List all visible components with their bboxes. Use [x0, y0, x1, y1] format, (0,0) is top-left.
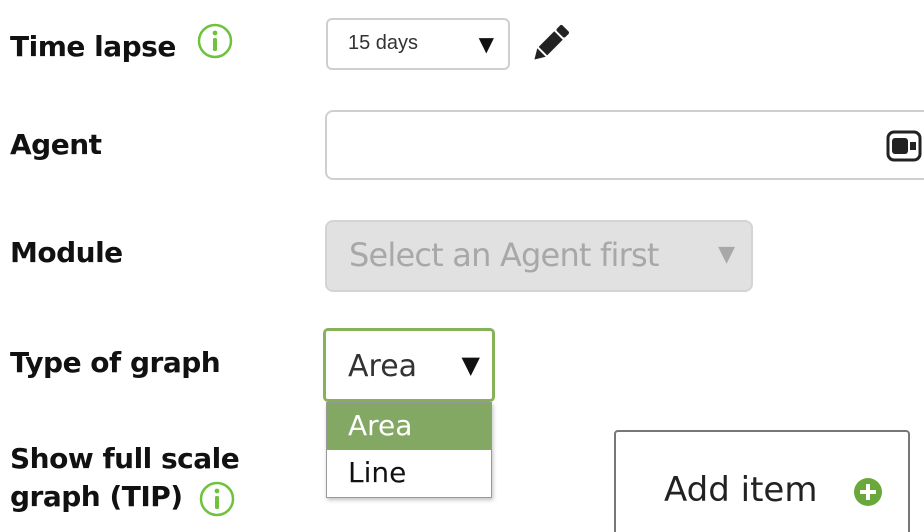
time-lapse-label-text: Time lapse: [10, 30, 176, 63]
type-of-graph-value: Area: [348, 349, 418, 384]
time-lapse-value: 15 days: [348, 32, 419, 54]
dropdown-option-area[interactable]: Area: [327, 403, 491, 450]
agent-input[interactable]: [325, 110, 924, 180]
show-full-scale-label-line1: Show full scale: [10, 442, 240, 475]
type-of-graph-dropdown: Area Line: [326, 402, 492, 498]
agent-icon[interactable]: [882, 128, 924, 164]
info-icon[interactable]: [198, 480, 236, 518]
time-lapse-select[interactable]: 15 days ▼: [326, 18, 510, 70]
agent-label: Agent: [10, 128, 102, 161]
module-placeholder: Select an Agent first: [349, 236, 659, 274]
chevron-down-icon: ▼: [718, 242, 735, 267]
module-select: Select an Agent first ▼: [325, 220, 753, 292]
chevron-down-icon: ▼: [478, 32, 494, 56]
time-lapse-label: Time lapse: [10, 23, 233, 66]
info-icon[interactable]: [196, 22, 234, 60]
dropdown-option-line[interactable]: Line: [327, 450, 491, 497]
plus-circle-icon: [854, 478, 882, 506]
type-of-graph-label: Type of graph: [10, 346, 221, 379]
module-label: Module: [10, 236, 123, 269]
pencil-icon[interactable]: [526, 20, 574, 68]
graph-item-form: Time lapse 15 days ▼ Agent Module Select…: [0, 0, 924, 532]
type-of-graph-select[interactable]: Area ▼: [323, 328, 495, 402]
chevron-down-icon: ▼: [461, 351, 480, 379]
show-full-scale-label: Show full scale graph (TIP): [10, 440, 270, 518]
add-item-label: Add item: [664, 470, 818, 510]
add-item-button[interactable]: Add item: [614, 430, 910, 532]
